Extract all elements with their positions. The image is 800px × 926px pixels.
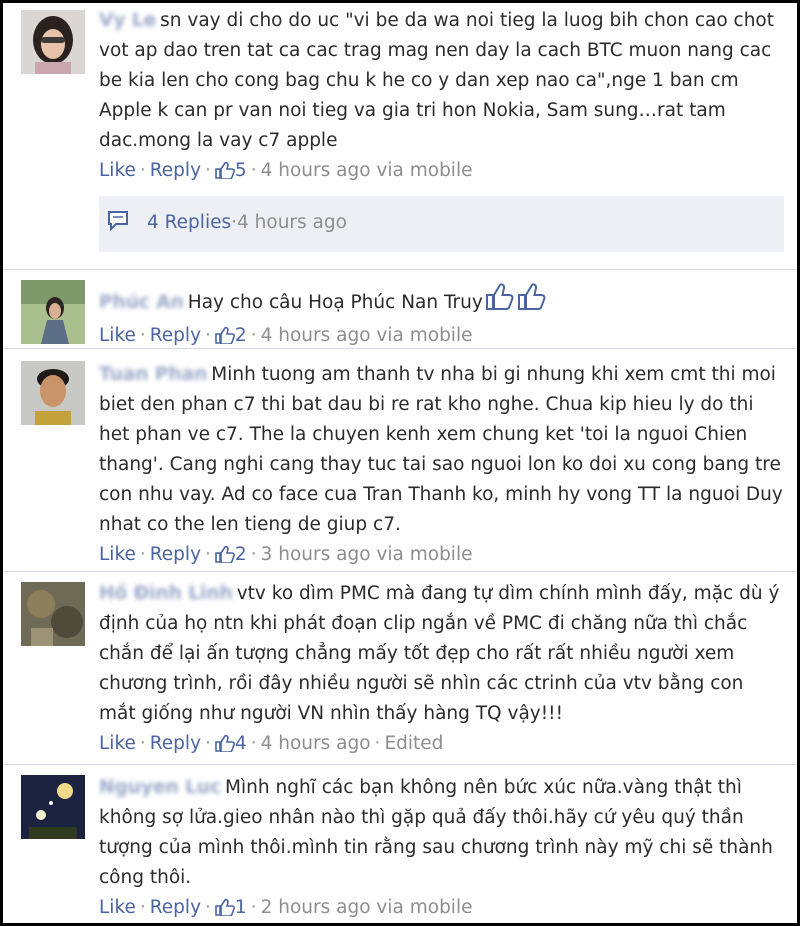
like-link[interactable]: Like	[99, 544, 136, 565]
comment-actions: Like · Reply · 2 · 3 hours ago via mobile	[99, 540, 783, 573]
comment-meta: 4 hours ago via mobile	[260, 160, 473, 181]
reply-link[interactable]: Reply	[150, 897, 201, 918]
comment-author[interactable]: Nguyen Luc	[99, 773, 221, 803]
like-link[interactable]: Like	[99, 897, 136, 918]
reply-link[interactable]: Reply	[150, 733, 201, 754]
comments-panel: Vy Le sn vay di cho do uc "vi be da wa no…	[0, 0, 800, 926]
reply-link[interactable]: Reply	[150, 325, 201, 346]
thumbs-up-icon	[485, 281, 549, 321]
like-link[interactable]: Like	[99, 160, 136, 181]
avatar[interactable]	[21, 775, 85, 839]
avatar[interactable]	[21, 582, 85, 646]
comment-author[interactable]: Hồ Đình Linh	[99, 579, 233, 609]
view-replies-link[interactable]: 4 Replies	[147, 212, 231, 233]
comment-author[interactable]: Vy Le	[99, 6, 156, 36]
comment-author[interactable]: Phúc An	[99, 288, 184, 318]
divider	[3, 269, 797, 270]
edited-label[interactable]: Edited	[384, 733, 443, 754]
divider	[3, 571, 797, 572]
comment-meta: 4 hours ago via mobile	[260, 325, 473, 346]
thumbs-up-icon	[215, 324, 235, 354]
avatar[interactable]	[21, 280, 85, 344]
avatar[interactable]	[21, 10, 85, 74]
like-link[interactable]: Like	[99, 325, 136, 346]
like-count[interactable]: 2	[235, 544, 247, 565]
thumbs-up-icon	[215, 896, 235, 923]
like-count[interactable]: 1	[235, 897, 247, 918]
comment-actions: Like · Reply · 5 · 4 hours ago via mobile	[99, 156, 783, 189]
like-count[interactable]: 2	[235, 325, 247, 346]
avatar[interactable]	[21, 361, 85, 425]
comment-text: Tuan Phan Minh tuong am thanh tv nha bi g…	[99, 360, 783, 540]
thumbs-up-icon	[215, 543, 235, 573]
comment-actions: Like · Reply · 1 · 2 hours ago via mobile	[99, 893, 783, 923]
divider	[3, 348, 797, 349]
comment-actions: Like · Reply · 4 · 4 hours ago · Edited	[99, 729, 783, 762]
comment-text: Vy Le sn vay di cho do uc "vi be da wa no…	[99, 6, 783, 156]
replies-time: 4 hours ago	[237, 212, 347, 233]
replies-box[interactable]: 4 Replies·4 hours ago	[99, 196, 784, 252]
like-count[interactable]: 4	[235, 733, 247, 754]
thumbs-up-icon	[215, 159, 235, 189]
thumbs-up-icon	[215, 732, 235, 762]
comment-meta: 3 hours ago via mobile	[260, 544, 473, 565]
reply-link[interactable]: Reply	[150, 544, 201, 565]
speech-bubble-icon	[107, 210, 133, 242]
like-link[interactable]: Like	[99, 733, 136, 754]
comment-text: Hồ Đình Linh vtv ko dìm PMC mà đang tự dì…	[99, 579, 783, 729]
comment-actions: Like · Reply · 2 · 4 hours ago via mobile	[99, 321, 783, 354]
divider	[3, 764, 797, 765]
like-count[interactable]: 5	[235, 160, 247, 181]
comment-author[interactable]: Tuan Phan	[99, 360, 207, 390]
comment-meta: 2 hours ago via mobile	[260, 897, 473, 918]
reply-link[interactable]: Reply	[150, 160, 201, 181]
comment-text: Nguyen Luc Mình nghĩ các bạn không nên bứ…	[99, 773, 783, 893]
comment-text: Phúc An Hay cho câu Hoạ Phúc Nan Truy	[99, 281, 783, 321]
comment-meta: 4 hours ago	[260, 733, 371, 754]
